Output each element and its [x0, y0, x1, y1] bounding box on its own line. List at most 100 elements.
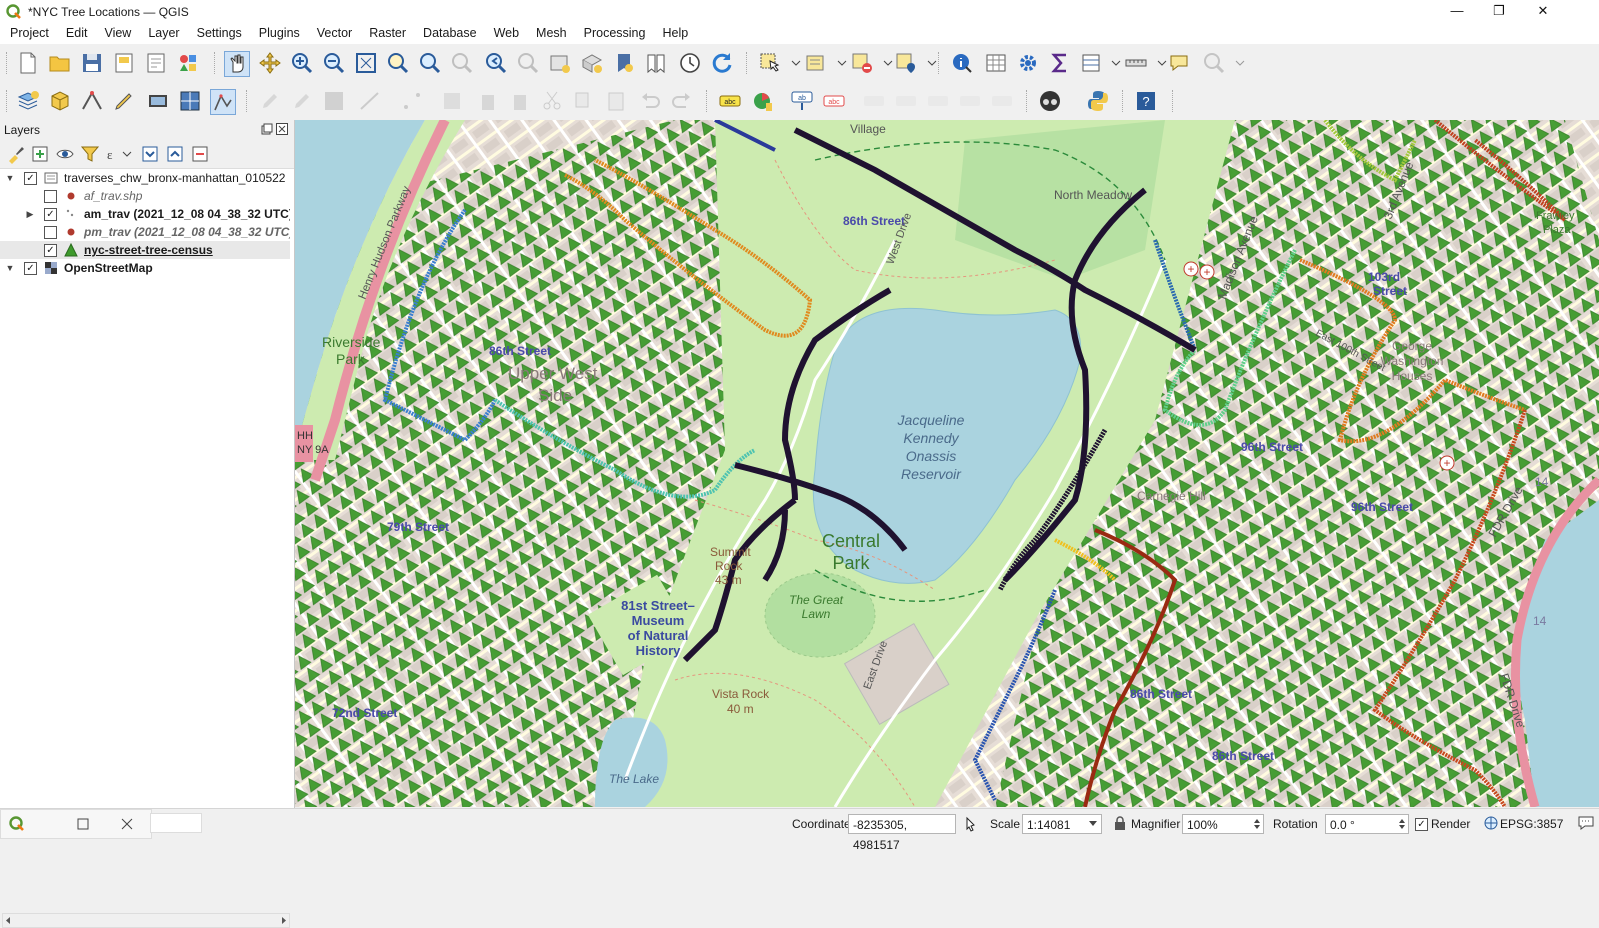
delete-selected-icon[interactable]: [476, 89, 500, 113]
deselect-features-icon[interactable]: [850, 51, 874, 75]
toolbar-grip[interactable]: [706, 90, 710, 112]
restore-window-icon[interactable]: [77, 818, 89, 830]
menu-view[interactable]: View: [94, 24, 138, 40]
menu-project[interactable]: Project: [0, 24, 56, 40]
spin-arrows-icon[interactable]: [1398, 817, 1406, 831]
menu-database[interactable]: Database: [413, 24, 484, 40]
map-render[interactable]: + + + Village 86th Street North Meadow H…: [295, 120, 1599, 807]
layer-row-pm-trav[interactable]: pm_trav (2021_12_08 04_38_32 UTC).: [0, 223, 290, 241]
toolbar-grip[interactable]: [1122, 90, 1126, 112]
menu-plugins[interactable]: Plugins: [249, 24, 307, 40]
show-bookmarks-icon[interactable]: [644, 51, 668, 75]
rotation-field[interactable]: 0.0 °: [1325, 814, 1409, 834]
style-layer-icon[interactable]: [6, 144, 26, 164]
zoom-native-icon[interactable]: [450, 51, 474, 75]
zoom-to-selection-icon[interactable]: [386, 51, 410, 75]
zoom-out-icon[interactable]: [322, 51, 346, 75]
new-3d-map-view-icon[interactable]: [580, 51, 604, 75]
menu-settings[interactable]: Settings: [187, 24, 249, 40]
vertex-tool-icon[interactable]: [400, 89, 424, 113]
identify-features-icon[interactable]: [950, 51, 974, 75]
diagram-tool-icon[interactable]: [750, 89, 774, 113]
save-edits-icon[interactable]: [322, 89, 346, 113]
menu-web[interactable]: Web: [484, 24, 526, 40]
layer-row-am-trav[interactable]: ▶ ✓ am_trav (2021_12_08 04_38_32 UTC).: [0, 205, 290, 223]
menu-layer[interactable]: Layer: [138, 24, 186, 40]
statistics-sigma-icon[interactable]: [1048, 51, 1072, 75]
map-tips-icon[interactable]: [1168, 51, 1192, 75]
map-canvas[interactable]: + + + Village 86th Street North Meadow H…: [295, 120, 1599, 807]
scroll-left-icon[interactable]: [4, 916, 12, 925]
collapse-arrow-icon[interactable]: ▼: [4, 259, 16, 277]
toolbar-grip[interactable]: [214, 52, 218, 74]
layer-checkbox[interactable]: ✓: [44, 208, 57, 221]
minimize-button[interactable]: —: [1435, 0, 1479, 24]
georeferencer-icon[interactable]: [178, 89, 202, 113]
new-map-view-icon[interactable]: [548, 51, 572, 75]
messages-icon[interactable]: [1577, 815, 1595, 831]
layer-row-traverses-group[interactable]: ▼ ✓ traverses_chw_bronx-manhattan_010522: [0, 169, 290, 187]
current-edits-icon[interactable]: [258, 89, 282, 113]
zoom-next-icon[interactable]: [516, 51, 540, 75]
style-manager-icon[interactable]: [176, 51, 200, 75]
menu-mesh[interactable]: Mesh: [526, 24, 574, 40]
toolbar-grip[interactable]: [746, 52, 750, 74]
highlight-labels-icon[interactable]: abc: [822, 89, 846, 113]
paste-features-icon[interactable]: [604, 89, 628, 113]
new-print-layout-icon[interactable]: [112, 51, 136, 75]
digitize-pen-icon[interactable]: [112, 89, 136, 113]
chevron-down-icon[interactable]: [830, 51, 847, 75]
plugin-tool-icon[interactable]: [1038, 89, 1062, 113]
help-icon[interactable]: ?: [1134, 89, 1158, 113]
digitize-vertex-icon[interactable]: [80, 89, 104, 113]
chevron-down-icon[interactable]: [1150, 51, 1167, 75]
data-source-manager-icon[interactable]: [16, 89, 40, 113]
chevron-down-icon[interactable]: [1089, 821, 1097, 827]
expand-arrow-icon[interactable]: ▶: [24, 205, 36, 223]
spin-arrows-icon[interactable]: [1253, 817, 1261, 831]
select-location-icon[interactable]: [894, 51, 918, 75]
temporal-controller-icon[interactable]: [678, 51, 702, 75]
collapse-arrow-icon[interactable]: ▼: [4, 169, 16, 187]
filter-expression-icon[interactable]: ε: [104, 144, 124, 164]
toolbar-grip[interactable]: [1026, 90, 1030, 112]
toggle-extents-mouse-icon[interactable]: [962, 816, 978, 832]
settings-gear-icon[interactable]: [1016, 51, 1040, 75]
menu-raster[interactable]: Raster: [359, 24, 413, 40]
menu-vector[interactable]: Vector: [307, 24, 359, 40]
manage-themes-eye-icon[interactable]: [55, 144, 75, 164]
close-panel-icon[interactable]: [276, 123, 288, 135]
menu-edit[interactable]: Edit: [56, 24, 95, 40]
scan-icon[interactable]: [146, 89, 170, 113]
add-line-feature-icon[interactable]: [358, 89, 382, 113]
pan-map-icon[interactable]: [224, 51, 250, 77]
float-panel-icon[interactable]: [261, 123, 273, 135]
crs-globe-icon[interactable]: [1484, 816, 1498, 830]
redo-icon[interactable]: [670, 89, 694, 113]
undo-icon[interactable]: [638, 89, 662, 113]
toolbar-grip[interactable]: [6, 90, 10, 112]
rotate-label-icon[interactable]: [926, 89, 950, 113]
menu-help[interactable]: Help: [652, 24, 695, 40]
scale-field[interactable]: 1:14081: [1022, 814, 1102, 834]
remove-layer-icon[interactable]: [190, 144, 210, 164]
layer-row-af-trav[interactable]: af_trav.shp: [0, 187, 290, 205]
layer-checkbox[interactable]: ✓: [24, 172, 37, 185]
toolbar-grip[interactable]: [938, 52, 942, 74]
change-label-icon[interactable]: [958, 89, 982, 113]
locator-search-field[interactable]: [150, 813, 202, 833]
refresh-icon[interactable]: [710, 51, 734, 75]
collapse-all-icon[interactable]: [165, 144, 185, 164]
chevron-down-icon[interactable]: [920, 51, 937, 75]
menu-processing[interactable]: Processing: [574, 24, 653, 40]
label-properties-icon[interactable]: [990, 89, 1014, 113]
new-geopackage-layer-icon[interactable]: [48, 89, 72, 113]
zoom-last-icon[interactable]: [484, 51, 508, 75]
chevron-down-icon[interactable]: [122, 144, 132, 164]
select-features-icon[interactable]: [758, 51, 782, 75]
layer-row-tree-census[interactable]: ✓ nyc-street-tree-census: [0, 241, 290, 259]
open-field-calculator-icon[interactable]: [1080, 51, 1104, 75]
locator-icon[interactable]: [1202, 51, 1226, 75]
toggle-editing-icon[interactable]: [210, 89, 236, 115]
expand-all-icon[interactable]: [140, 144, 160, 164]
